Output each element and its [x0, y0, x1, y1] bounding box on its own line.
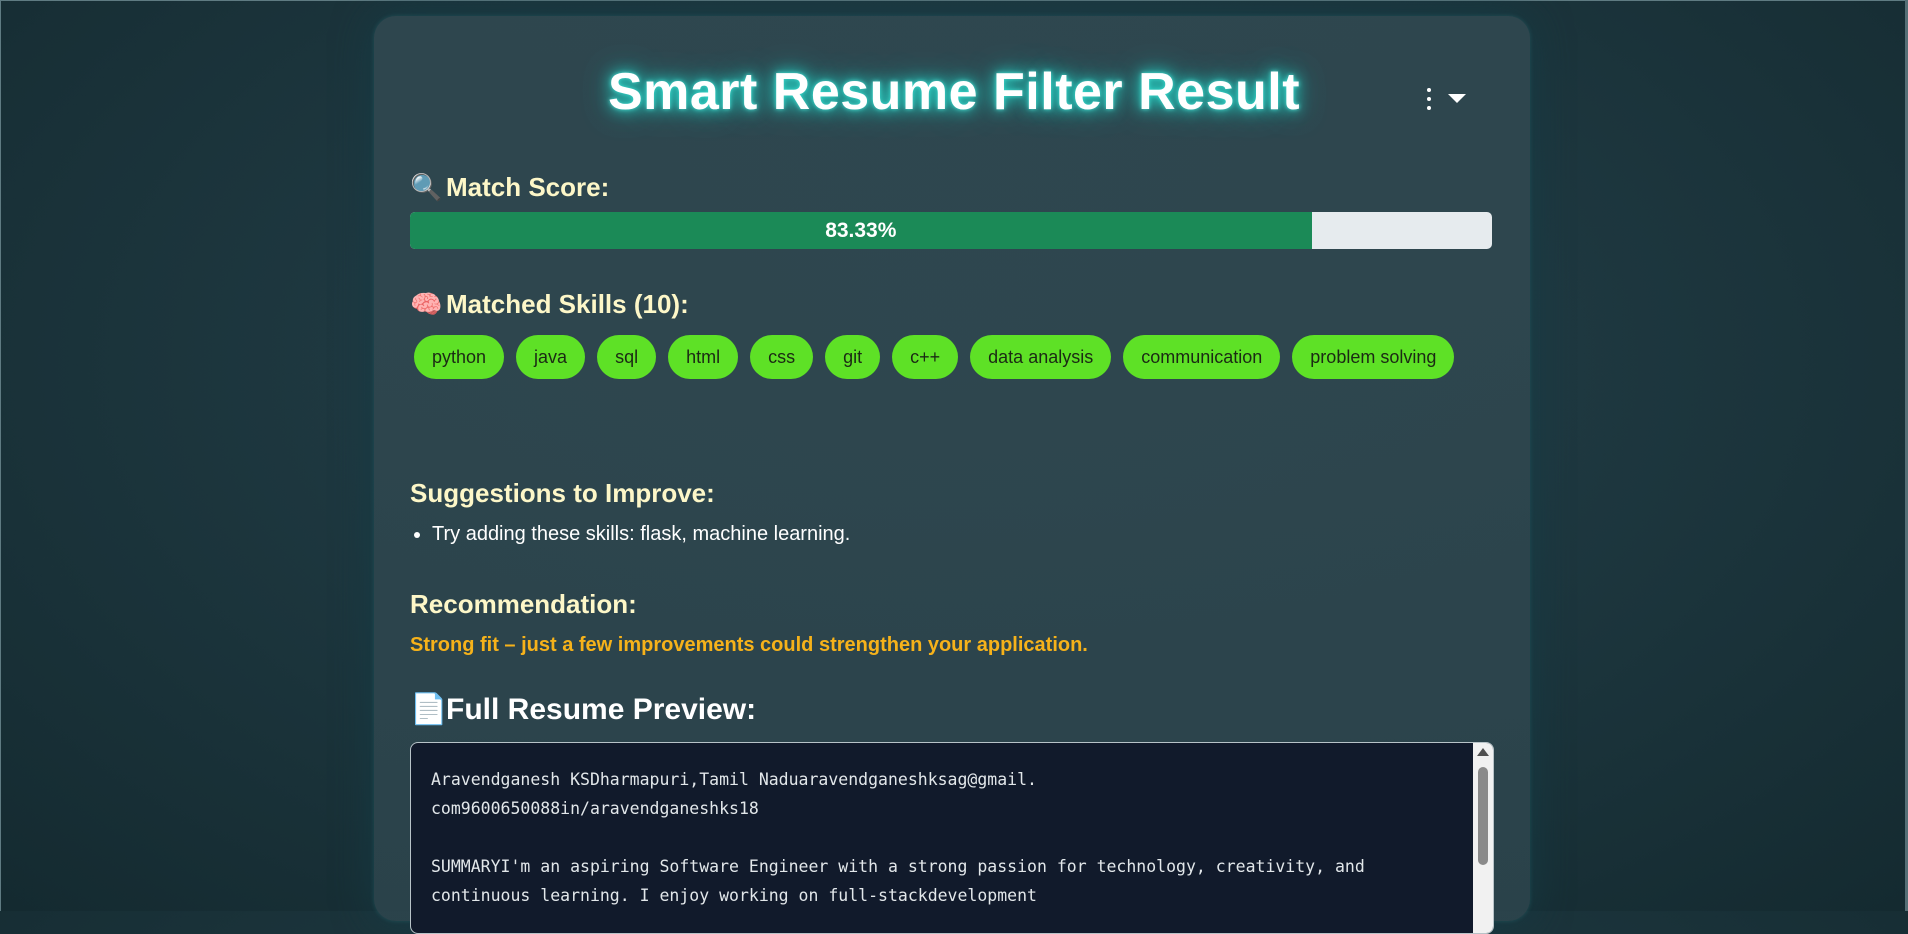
skill-chip: css: [750, 335, 814, 379]
match-score-bar: 83.33%: [410, 212, 1492, 249]
matched-skills-heading-text: Matched Skills (10):: [446, 289, 689, 319]
match-score-heading: 🔍 Match Score:: [410, 172, 609, 203]
document-icon: 📄: [410, 693, 448, 726]
skill-chip: problem solving: [1292, 335, 1455, 379]
more-vert-icon[interactable]: [1426, 88, 1432, 110]
window-left-border: [0, 0, 1, 911]
match-score-fill: 83.33%: [410, 212, 1312, 249]
skill-chip: sql: [597, 335, 657, 379]
scroll-up-arrow-icon[interactable]: [1477, 748, 1489, 756]
resume-preview-heading: 📄Full Resume Preview:: [410, 692, 756, 727]
page-title: Smart Resume Filter Result: [607, 63, 1301, 121]
skill-chip: html: [668, 335, 739, 379]
recommendation-heading: Recommendation:: [410, 589, 637, 619]
scrollbar-thumb[interactable]: [1478, 767, 1488, 865]
suggestions-list: Try adding these skills: flask, machine …: [410, 522, 850, 546]
options-menu[interactable]: [1414, 86, 1472, 112]
match-score-heading-text: Match Score:: [446, 172, 610, 202]
skill-chip: data analysis: [970, 335, 1112, 379]
window-top-border: [0, 0, 1908, 1]
suggestion-item: Try adding these skills: flask, machine …: [432, 522, 850, 546]
skill-chip: python: [414, 335, 505, 379]
skill-chip: java: [516, 335, 586, 379]
match-score-label: 83.33%: [825, 218, 897, 242]
matched-skills-heading: 🧠 Matched Skills (10):: [410, 289, 689, 320]
skills-list: python java sql html css git c++ data analysis c…: [414, 335, 1484, 389]
resume-preview-box[interactable]: Aravendganesh KSDharmapuri,Tamil Naduara…: [410, 742, 1494, 934]
caret-down-icon[interactable]: [1448, 94, 1466, 103]
preview-scrollbar[interactable]: [1473, 743, 1493, 933]
recommendation-text: Strong fit – just a few improvements cou…: [410, 634, 1088, 656]
skill-chip: c++: [892, 335, 959, 379]
skill-chip: git: [825, 335, 881, 379]
magnifier-icon: 🔍: [410, 172, 443, 202]
resume-preview-heading-text: Full Resume Preview:: [446, 693, 757, 726]
skill-chip: communication: [1123, 335, 1281, 379]
resume-preview-text: Aravendganesh KSDharmapuri,Tamil Naduara…: [431, 770, 1365, 905]
suggestions-heading: Suggestions to Improve:: [410, 478, 715, 508]
brain-icon: 🧠: [410, 289, 443, 319]
